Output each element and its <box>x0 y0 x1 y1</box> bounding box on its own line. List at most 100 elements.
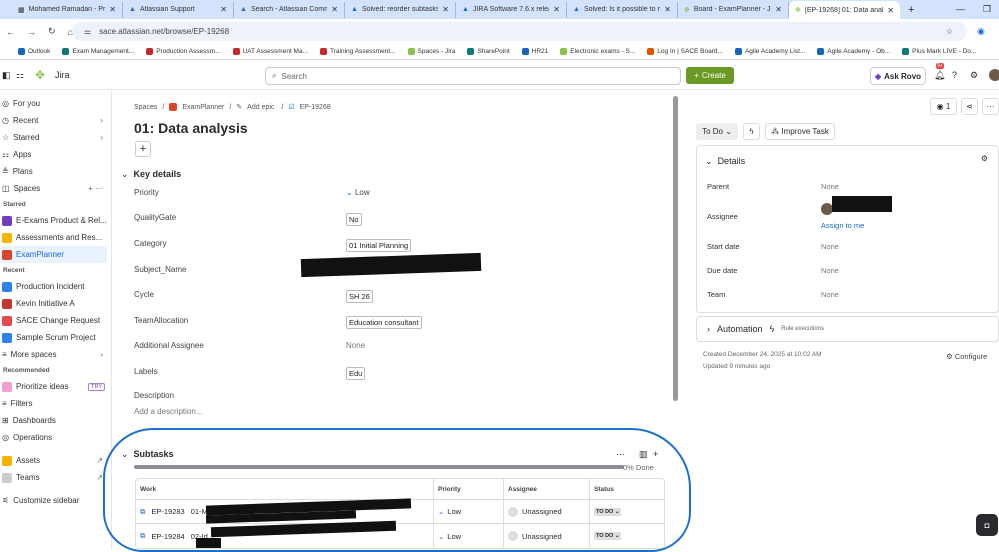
bookmark[interactable]: Training Assessment... <box>320 47 396 55</box>
sidebar-more-spaces[interactable]: ≡ More spaces › <box>0 346 111 363</box>
details-heading[interactable]: ⌄ Details <box>705 156 745 167</box>
breadcrumb-space[interactable]: ExamPlanner <box>182 104 224 111</box>
close-icon[interactable]: ✕ <box>887 6 894 15</box>
sidebar-space[interactable]: Production Incident <box>0 278 111 295</box>
bookmark[interactable]: UAT Assessment Ma... <box>232 47 308 55</box>
bookmark[interactable]: Exam Management... <box>62 47 134 55</box>
field-parent[interactable]: Parent None <box>707 182 997 191</box>
sidebar-space-selected[interactable]: ExamPlanner <box>0 246 107 263</box>
sidebar-space[interactable]: Sample Scrum Project <box>0 329 111 346</box>
close-icon[interactable]: ✕ <box>331 5 338 14</box>
sidebar-space[interactable]: E-Exams Product & Rel... <box>0 212 111 229</box>
sidebar-item-assets[interactable]: Assets ↗ <box>0 452 111 469</box>
sidebar-toggle-icon[interactable]: ◧ <box>2 70 11 81</box>
field-labels[interactable]: Labels Edu <box>134 367 654 381</box>
more-button[interactable]: ··· <box>982 98 999 115</box>
bookmark[interactable]: Log In | SACE Board... <box>647 47 723 55</box>
sidebar-space[interactable]: Kevin Initiative A <box>0 295 111 312</box>
status-dropdown[interactable]: To Do ⌄ <box>696 123 738 140</box>
app-switcher-icon[interactable]: ⚏ <box>16 70 24 81</box>
sidebar-item-filters[interactable]: ≡ Filters <box>0 395 111 412</box>
sidebar-customize[interactable]: ⚟ Customize sidebar <box>0 492 111 509</box>
sidebar-item-operations[interactable]: ◎ Operations <box>0 429 111 446</box>
browser-tab[interactable]: ▲ Atlassian Support ✕ <box>123 1 234 18</box>
bookmark[interactable]: Outlook <box>18 47 50 55</box>
bookmark[interactable]: Electronic exams - S... <box>560 47 635 55</box>
automation-section[interactable]: › Automation ϟ Rule executions <box>696 316 999 342</box>
sidebar-item-teams[interactable]: Teams ↗ <box>0 469 111 486</box>
help-icon[interactable]: ? <box>952 70 957 80</box>
key-details-heading[interactable]: ⌄ Key details <box>121 169 181 180</box>
bell-icon[interactable]: 🔔︎ <box>934 70 945 81</box>
minimize-icon[interactable]: — <box>956 4 965 15</box>
description-input[interactable]: Add a description... <box>134 407 654 421</box>
close-icon[interactable]: ✕ <box>109 5 116 14</box>
sidebar-space[interactable]: SACE Change Request <box>0 312 111 329</box>
new-tab-icon[interactable]: + <box>908 4 914 16</box>
jira-logo-icon[interactable]: ✥ <box>35 68 45 82</box>
chat-icon[interactable]: ◘ <box>976 514 998 536</box>
scrollbar[interactable] <box>673 96 678 401</box>
improve-task-button[interactable]: ⁂ Improve Task <box>765 123 835 140</box>
bookmark[interactable]: Production Assessm... <box>146 47 221 55</box>
browser-tab[interactable]: ▦ Mohamed Ramadan - Pro ✕ <box>12 1 123 18</box>
sidebar-item-plans[interactable]: ≜ Plans <box>0 163 111 180</box>
browser-tab[interactable]: ▲ Solved: Is it possible to re ✕ <box>567 1 678 18</box>
sidebar-space[interactable]: Assessments and Res... <box>0 229 111 246</box>
issue-title[interactable]: 01: Data analysis <box>134 120 248 136</box>
sidebar-item-for-you[interactable]: ◎ For you <box>0 95 111 112</box>
close-icon[interactable]: ✕ <box>442 5 449 14</box>
sidebar-item-starred[interactable]: ☆ Starred › <box>0 129 111 146</box>
add-epic-link[interactable]: Add epic <box>247 104 274 111</box>
field-additional-assignee[interactable]: Additional Assignee None <box>134 341 654 355</box>
app-name[interactable]: Jira <box>55 70 70 80</box>
breadcrumb-spaces[interactable]: Spaces <box>134 104 157 111</box>
rule-executions-link[interactable]: Rule executions <box>781 326 824 332</box>
field-category[interactable]: Category 01 Initial Planning <box>134 239 654 253</box>
more-icon[interactable]: + ··· <box>88 184 103 193</box>
bookmark[interactable]: Agile Academy List... <box>734 47 805 55</box>
add-button[interactable]: + <box>135 141 151 157</box>
sidebar-item-recent[interactable]: ◷ Recent › <box>0 112 111 129</box>
browser-tab[interactable]: ✥ Board - ExamPlanner - Jira ✕ <box>678 1 789 18</box>
field-teamallocation[interactable]: TeamAllocation Education consultant <box>134 316 654 330</box>
sidebar-item-spaces[interactable]: ◫ Spaces + ··· <box>0 180 111 197</box>
watch-button[interactable]: ◉ 1 <box>930 98 957 115</box>
site-info-icon[interactable]: ⚌ <box>84 27 91 36</box>
close-icon[interactable]: ✕ <box>220 5 227 14</box>
field-team[interactable]: Team None <box>707 290 997 299</box>
close-icon[interactable]: ✕ <box>775 5 782 14</box>
field-start-date[interactable]: Start date None <box>707 242 997 251</box>
url-input[interactable]: ⚌ sace.atlassian.net/browse/EP-19268 ☆ <box>72 22 967 41</box>
sidebar-item-dashboards[interactable]: ⊞ Dashboards <box>0 412 111 429</box>
create-button[interactable]: + Create <box>686 67 734 84</box>
reload-icon[interactable]: ↻ <box>48 26 56 37</box>
close-icon[interactable]: ✕ <box>553 5 560 14</box>
sidebar-item-apps[interactable]: ⚏ Apps <box>0 146 111 163</box>
gear-icon[interactable]: ⚙ <box>970 70 978 81</box>
bookmark[interactable]: Agile Academy - Ob... <box>817 47 890 55</box>
bookmark[interactable]: HR21 <box>521 47 548 55</box>
bookmark[interactable]: SharePoint <box>467 47 510 55</box>
avatar[interactable] <box>989 69 999 81</box>
field-cycle[interactable]: Cycle SH 26 <box>134 290 654 304</box>
restore-icon[interactable]: ❐ <box>983 4 991 15</box>
star-icon[interactable]: ☆ <box>946 27 953 36</box>
browser-tab[interactable]: ▲ Search - Atlassian Comm ✕ <box>234 1 345 18</box>
ask-rovo-button[interactable]: ◆ Ask Rovo <box>870 67 926 85</box>
configure-button[interactable]: ⚙ Configure <box>946 352 987 361</box>
browser-tab[interactable]: ▲ Solved: reorder subtasks ✕ <box>345 1 456 18</box>
field-priority[interactable]: Priority ⌄ Low <box>134 188 654 202</box>
close-icon[interactable]: ✕ <box>664 5 671 14</box>
breadcrumb-issue[interactable]: EP-19268 <box>300 104 331 111</box>
sidebar-prioritize-ideas[interactable]: Prioritize ideas TRY <box>0 378 111 395</box>
bookmark[interactable]: Plus Mark LIVE - Do... <box>902 47 976 55</box>
gear-icon[interactable]: ⚙ <box>981 154 988 163</box>
bookmark[interactable]: Spaces - Jira <box>407 47 455 55</box>
browser-tab-active[interactable]: ✥ [EP-19268] 01: Data analy ✕ <box>789 1 900 19</box>
field-assignee[interactable]: Assignee <box>707 212 997 221</box>
field-due-date[interactable]: Due date None <box>707 266 997 275</box>
assign-to-me-link[interactable]: Assign to me <box>821 221 864 230</box>
share-button[interactable]: ⋖ <box>961 98 978 115</box>
profile-icon[interactable]: ◉ <box>977 26 985 37</box>
